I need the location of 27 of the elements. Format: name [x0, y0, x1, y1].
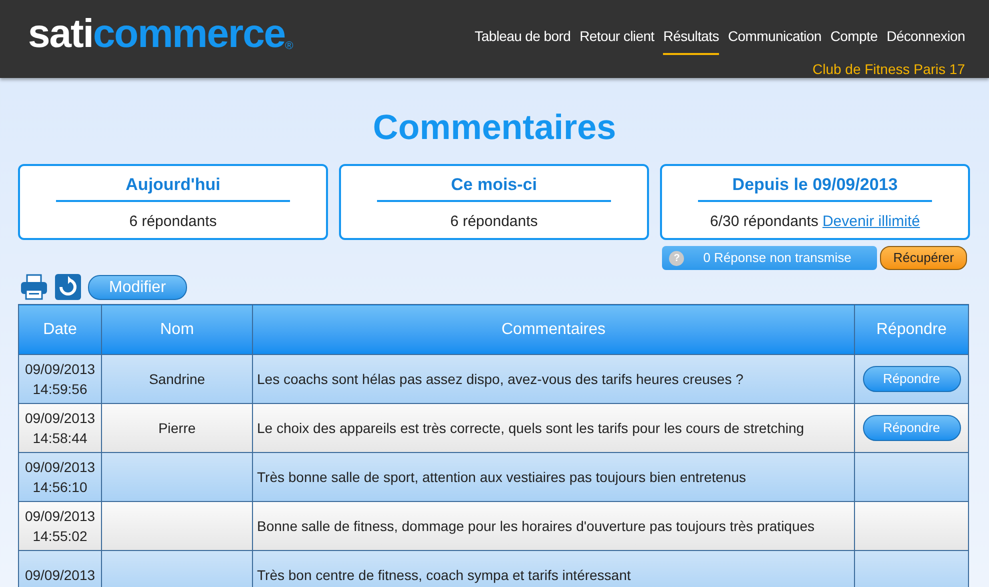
nav-link[interactable]: Retour client [580, 26, 654, 55]
stat-title: Aujourd'hui [126, 175, 220, 195]
stat-value: 6 répondants [450, 212, 538, 232]
nav-link[interactable]: Communication [728, 26, 822, 55]
page-title: Commentaires [372, 108, 618, 148]
column-header: Nom [102, 304, 252, 354]
column-header: Répondre [854, 304, 968, 354]
upgrade-link[interactable]: Devenir illimité [822, 211, 920, 234]
nav-link[interactable]: Compte [830, 26, 878, 55]
retrieve-button[interactable]: Récupérer [880, 246, 967, 270]
logo-text: sati [28, 14, 93, 54]
stat-value: 6 répondants [129, 212, 217, 232]
stat-value: 6/30 répondants [710, 212, 818, 232]
nav-link[interactable]: Tableau de bord [474, 26, 571, 55]
stat-title: Depuis le 09/09/2013 [732, 175, 898, 195]
registered-mark: ® [285, 41, 294, 52]
date-cell: 09/09/2013 [18, 550, 102, 587]
nav-link[interactable]: Déconnexion [886, 26, 965, 55]
column-header: Commentaires [252, 304, 854, 354]
logo-text: commerce [92, 14, 286, 54]
refresh-icon[interactable] [55, 274, 81, 300]
nav-link[interactable]: Résultats [663, 26, 719, 55]
pending-label: 0 Réponse non transmise [702, 249, 852, 268]
stat-title: Ce mois-ci [451, 175, 537, 195]
account-name: Club de Fitness Paris 17 [812, 60, 965, 79]
column-header: Date [18, 304, 102, 354]
printer-icon[interactable] [20, 274, 48, 300]
